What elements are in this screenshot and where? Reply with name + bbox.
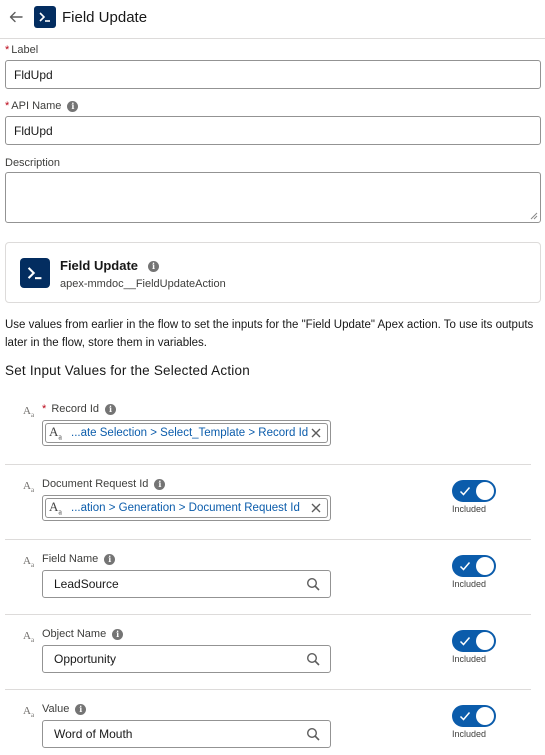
value-lookup-input[interactable]: Word of Mouth [42,720,331,748]
description-field-label: Description [5,157,61,169]
apex-terminal-icon [20,258,50,288]
text-type-icon: Aa [23,705,35,720]
text-type-icon: Aa [23,405,35,420]
info-icon[interactable]: i [105,403,117,415]
param-label-text: Document Request Id [42,478,149,490]
resource-pill[interactable]: Aa ...ate Selection > Select_Template > … [45,423,328,443]
label-field-label-text: Label [11,44,39,56]
label-input[interactable]: FldUpd [5,60,541,89]
param-row-record-id: Aa * Record Id i Aa ...ate Selection > Se… [5,390,531,465]
search-icon[interactable] [306,577,320,591]
required-marker: * [42,403,47,415]
toggle-knob [476,557,494,575]
include-toggle[interactable] [452,630,496,652]
param-row-value: Aa Value i Word of Mouth Included [5,690,531,755]
api-name-input-value: FldUpd [14,123,53,138]
check-icon [459,562,471,571]
action-card-title-text: Field Update [60,258,139,273]
param-label-text: Value [42,703,70,715]
action-card-title: Field Update i [60,258,160,273]
record-id-resource-input[interactable]: Aa ...ate Selection > Select_Template > … [42,420,331,446]
toggle-label: Included [452,579,487,589]
info-icon[interactable]: i [104,553,116,565]
text-type-icon: Aa [23,555,35,570]
param-row-document-request-id: Aa Document Request Id i Aa ...ation > Ge… [5,465,531,540]
resource-pill-value: ...ate Selection > Select_Template > Rec… [71,427,308,439]
info-icon[interactable]: i [148,261,160,273]
text-type-icon: Aa [49,499,62,517]
param-label-text: Field Name [42,553,99,565]
info-icon[interactable]: i [75,703,87,715]
include-toggle[interactable] [452,480,496,502]
field-name-lookup-input[interactable]: LeadSource [42,570,331,598]
include-toggle[interactable] [452,555,496,577]
info-icon[interactable]: i [67,100,79,112]
text-type-icon: Aa [23,630,35,645]
param-row-object-name: Aa Object Name i Opportunity Included [5,615,531,690]
required-marker: * [5,100,10,112]
back-arrow-icon[interactable] [8,9,24,25]
param-label-text: Record Id [51,403,100,415]
lookup-value: Word of Mouth [54,727,133,741]
resource-pill[interactable]: Aa ...ation > Generation > Document Requ… [45,498,328,518]
param-label-text: Object Name [42,628,107,640]
param-label-value: Value i [42,703,87,715]
page-title: Field Update [62,9,148,26]
toggle-label: Included [452,654,487,664]
info-icon[interactable]: i [112,628,124,640]
toggle-label: Included [452,729,487,739]
param-label-field-name: Field Name i [42,553,116,565]
api-name-input[interactable]: FldUpd [5,116,541,145]
include-toggle[interactable] [452,705,496,727]
text-type-icon: Aa [49,424,62,442]
toggle-knob [476,632,494,650]
search-icon[interactable] [306,652,320,666]
search-icon[interactable] [306,727,320,741]
text-type-icon: Aa [23,480,35,495]
param-label-document-request-id: Document Request Id i [42,478,166,490]
lookup-value: Opportunity [54,652,117,666]
toggle-knob [476,482,494,500]
resize-handle-icon[interactable] [530,212,538,220]
intro-description: Use values from earlier in the flow to s… [5,319,534,349]
object-name-lookup-input[interactable]: Opportunity [42,645,331,673]
check-icon [459,487,471,496]
header-bar: Field Update [0,0,545,39]
api-name-field-label: * API Name i [5,100,79,112]
label-field-label: * Label [5,44,38,56]
required-marker: * [5,44,10,56]
label-input-value: FldUpd [14,67,53,82]
close-icon[interactable] [308,500,324,516]
action-card-api-name: apex-mmdoc__FieldUpdateAction [60,278,226,290]
lookup-value: LeadSource [54,577,119,591]
document-request-id-resource-input[interactable]: Aa ...ation > Generation > Document Requ… [42,495,331,521]
check-icon [459,637,471,646]
apex-terminal-icon [34,6,56,28]
param-label-record-id: * Record Id i [42,403,117,415]
resource-pill-value: ...ation > Generation > Document Request… [71,502,300,514]
param-row-field-name: Aa Field Name i LeadSource Included [5,540,531,615]
toggle-knob [476,707,494,725]
param-label-object-name: Object Name i [42,628,124,640]
section-title: Set Input Values for the Selected Action [5,363,250,378]
api-name-label-text: API Name [11,100,62,112]
close-icon[interactable] [308,425,324,441]
info-icon[interactable]: i [154,478,166,490]
toggle-label: Included [452,504,487,514]
check-icon [459,712,471,721]
description-textarea[interactable] [5,172,541,223]
